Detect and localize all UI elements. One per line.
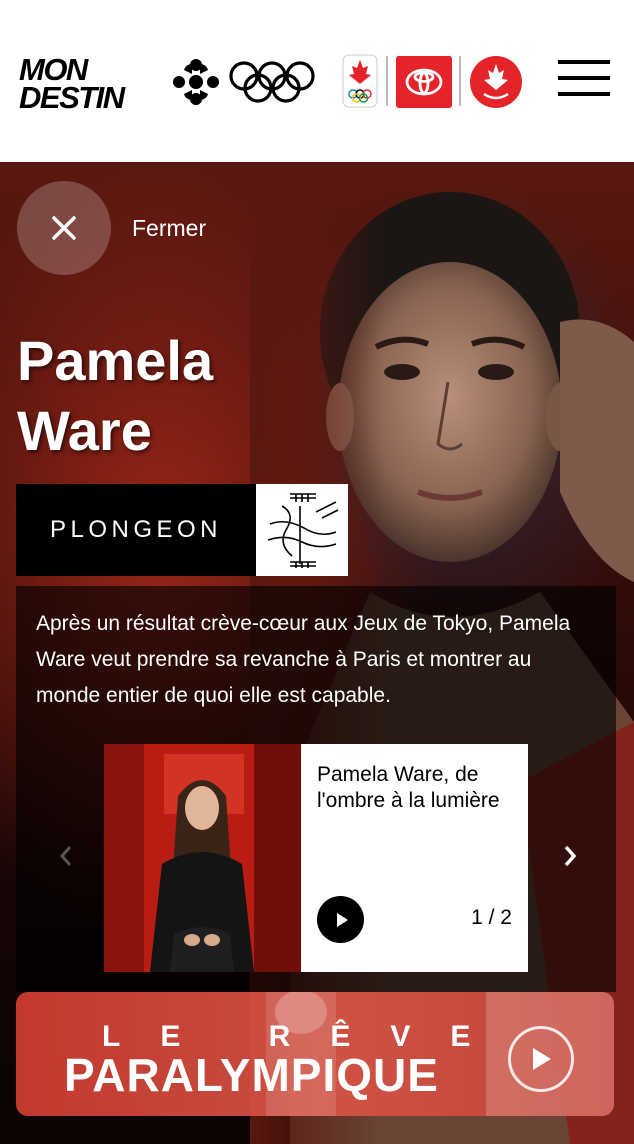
close-button[interactable] — [17, 181, 111, 275]
toyota-logo-icon — [396, 56, 452, 108]
canadian-paralympic-committee-icon — [470, 56, 522, 108]
carousel-counter: 1 / 2 — [471, 906, 512, 929]
sport-label: PLONGEON — [16, 484, 256, 576]
logo-line-2: DESTIN — [19, 80, 125, 115]
play-icon — [336, 912, 348, 927]
video-title[interactable]: Pamela Ware, de l'ombre à la lumière — [317, 762, 517, 814]
athlete-hero: Fermer Pamela Ware PLONGEON Après un rés… — [0, 162, 634, 1144]
close-label[interactable]: Fermer — [132, 215, 206, 242]
athlete-first-name: Pamela — [17, 329, 214, 392]
play-button[interactable] — [317, 896, 364, 943]
divider — [459, 56, 461, 106]
athlete-info-panel: Après un résultat crève-cœur aux Jeux de… — [16, 586, 616, 992]
cbc-gem-icon[interactable] — [172, 58, 220, 106]
menu-hamburger-icon[interactable] — [558, 60, 610, 100]
athlete-description: Après un résultat crève-cœur aux Jeux de… — [36, 612, 571, 707]
reve-paralympique-banner[interactable]: LE RÊVE PARALYMPIQUE — [16, 992, 614, 1116]
video-thumbnail-image — [104, 744, 301, 972]
video-info-panel[interactable]: Pamela Ware, de l'ombre à la lumière 1 /… — [301, 744, 528, 972]
athlete-name: Pamela Ware — [17, 326, 213, 466]
site-header: MON DESTIN — [0, 0, 634, 162]
canadian-olympic-committee-icon — [342, 54, 378, 108]
carousel-next-chevron-icon[interactable] — [560, 841, 580, 871]
diving-pictogram-icon — [256, 484, 348, 576]
video-card[interactable]: Pamela Ware, de l'ombre à la lumière 1 /… — [104, 744, 528, 972]
banner-line-2: PARALYMPIQUE — [64, 1049, 439, 1101]
carousel-prev-chevron-icon[interactable] — [56, 841, 76, 871]
banner-play-button[interactable] — [508, 1026, 574, 1092]
mon-destin-logo[interactable]: MON DESTIN — [19, 54, 139, 115]
play-icon — [533, 1048, 551, 1070]
close-icon — [52, 216, 76, 240]
olympic-rings-icon — [229, 61, 315, 103]
divider — [386, 56, 388, 106]
athlete-last-name: Ware — [17, 399, 152, 462]
